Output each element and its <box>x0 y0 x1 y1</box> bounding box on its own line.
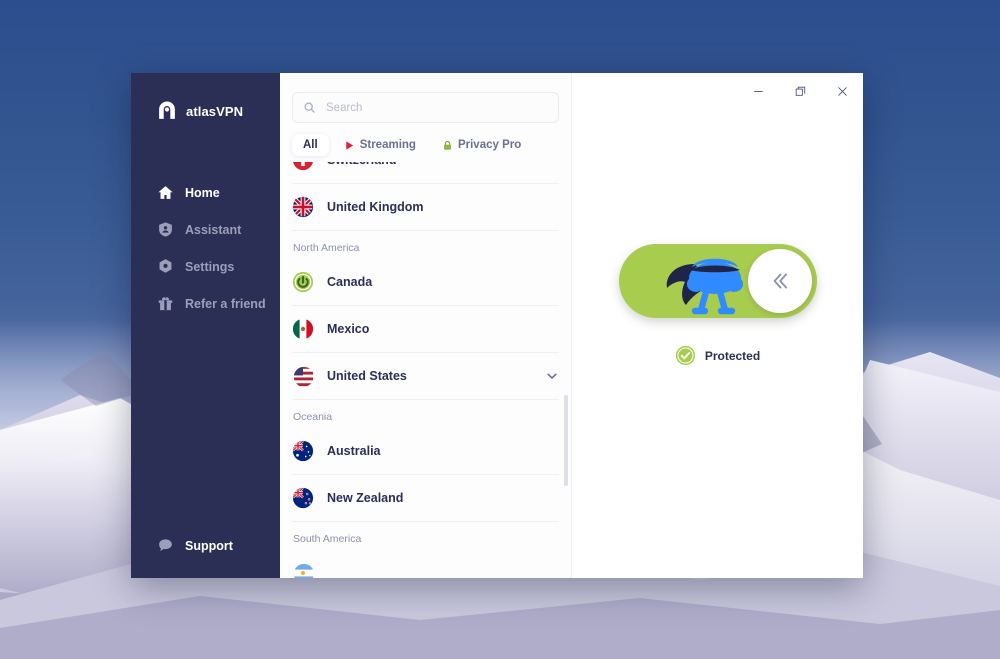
flag-mexico-icon <box>292 318 314 340</box>
connected-power-icon <box>292 271 314 293</box>
list-item[interactable]: Australia <box>292 428 559 474</box>
tab-streaming[interactable]: Streaming <box>333 134 427 156</box>
flag-switzerland-icon <box>293 162 313 171</box>
chevron-down-icon[interactable] <box>545 369 559 383</box>
flag-australia-icon <box>292 440 314 462</box>
brand: atlasVPN <box>131 73 280 122</box>
search-icon <box>304 102 315 113</box>
toggle-knob[interactable] <box>747 249 812 313</box>
server-list-inner: Switzerland <box>292 162 559 578</box>
sidebar-item-label: Settings <box>185 259 235 274</box>
chat-bubble-icon <box>159 539 172 552</box>
server-name: Canada <box>327 275 373 289</box>
sidebar-item-label: Refer a friend <box>185 296 266 311</box>
list-item[interactable]: United States <box>292 353 559 399</box>
sidebar-item-support[interactable]: Support <box>131 537 280 554</box>
list-item[interactable]: Mexico <box>292 306 559 352</box>
server-list-pane: All Streaming Privacy Pro <box>280 73 572 578</box>
connection-toggle-area: Protected <box>618 244 817 366</box>
tab-label: All <box>303 139 318 151</box>
vpn-connection-toggle[interactable] <box>618 244 817 318</box>
shield-user-icon <box>159 222 172 237</box>
tab-all[interactable]: All <box>292 134 329 156</box>
gift-icon <box>158 297 173 311</box>
sidebar-item-label: Home <box>185 185 220 200</box>
group-label: Oceania <box>293 411 333 423</box>
tab-label: Privacy Pro <box>457 139 522 151</box>
list-item[interactable]: New Zealand <box>292 475 559 521</box>
connection-status: Protected <box>675 345 760 366</box>
tab-privacy-pro[interactable]: Privacy Pro <box>431 134 532 156</box>
sidebar-item-assistant[interactable]: Assistant <box>131 211 280 248</box>
sidebar-item-refer-a-friend[interactable]: Refer a friend <box>131 285 280 322</box>
window-controls <box>737 73 863 109</box>
minimize-icon <box>753 90 763 92</box>
server-name: Switzerland <box>327 162 396 167</box>
lock-icon <box>443 140 451 150</box>
minimize-button[interactable] <box>737 73 779 109</box>
sidebar: atlasVPN Home Assistant Settings Refer a… <box>131 73 280 578</box>
flag-argentina-icon <box>292 562 314 578</box>
atlas-logo-icon <box>159 101 175 119</box>
flag-united-states-icon <box>292 365 314 387</box>
atlasvpn-app-window: atlasVPN Home Assistant Settings Refer a… <box>131 73 863 578</box>
search-box[interactable] <box>292 92 559 123</box>
home-icon <box>158 186 173 199</box>
close-button[interactable] <box>821 73 863 109</box>
list-item[interactable]: Switzerland <box>292 162 559 183</box>
list-item[interactable] <box>292 550 559 578</box>
list-item[interactable]: United Kingdom <box>292 184 559 230</box>
sidebar-item-label: Assistant <box>185 222 242 237</box>
server-list-scroll[interactable]: Switzerland <box>280 162 571 578</box>
server-name: New Zealand <box>327 491 404 505</box>
restore-button[interactable] <box>779 73 821 109</box>
check-circle-icon <box>675 345 695 366</box>
group-label: South America <box>293 533 362 545</box>
flag-new-zealand-icon <box>292 487 314 509</box>
server-name: Australia <box>327 444 381 458</box>
scrollbar-thumb[interactable] <box>564 394 568 487</box>
scrollbar-track[interactable] <box>564 162 568 578</box>
status-label: Protected <box>704 348 761 363</box>
server-name: United Kingdom <box>327 200 424 214</box>
sidebar-nav: Home Assistant Settings Refer a friend <box>131 174 280 322</box>
flag-united-kingdom-icon <box>292 196 314 218</box>
close-icon <box>837 86 847 96</box>
sidebar-item-home[interactable]: Home <box>131 174 280 211</box>
search-wrap <box>280 73 571 123</box>
support-label: Support <box>185 538 233 553</box>
search-input[interactable] <box>324 100 548 115</box>
restore-icon <box>795 86 805 96</box>
list-item[interactable]: Canada <box>292 259 559 305</box>
filter-tabs: All Streaming Privacy Pro <box>280 123 571 162</box>
connection-pane: Protected <box>572 73 863 578</box>
brand-name: atlasVPN <box>186 103 244 119</box>
gear-icon <box>159 259 172 273</box>
server-name: Mexico <box>327 322 370 336</box>
group-label: North America <box>293 242 360 254</box>
sidebar-item-settings[interactable]: Settings <box>131 248 280 285</box>
double-chevron-left-icon <box>773 273 787 289</box>
tab-label: Streaming <box>359 139 416 151</box>
server-name: United States <box>327 369 407 383</box>
play-icon <box>345 140 353 150</box>
